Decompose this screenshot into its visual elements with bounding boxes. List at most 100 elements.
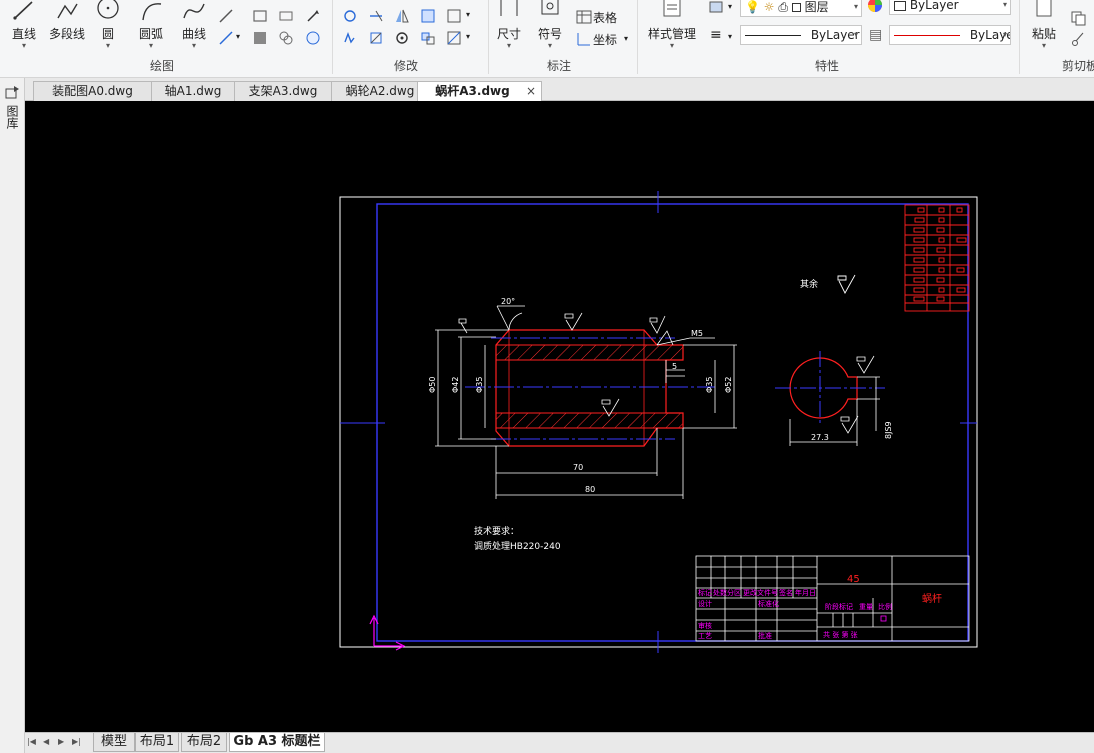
coordinate-label[interactable]: 坐标: [593, 31, 617, 48]
color-combo[interactable]: ByLayer ▾: [889, 0, 1011, 15]
layer-properties-icon[interactable]: [708, 0, 724, 16]
wipeout-icon[interactable]: [305, 30, 321, 46]
construction-line-icon[interactable]: [218, 8, 234, 24]
tab-model[interactable]: 模型: [93, 733, 135, 752]
circle-button[interactable]: 圆 ▾: [92, 0, 124, 50]
paste-dropdown-icon: ▾: [1041, 41, 1046, 50]
first-layout-icon[interactable]: |◀: [27, 737, 36, 746]
drawing-svg[interactable]: 其余 20° M5 5 Φ50 Φ42 Φ35 Φ35 Φ52 70 80 27…: [25, 101, 1094, 732]
arc-button[interactable]: 圆弧 ▾: [132, 0, 170, 50]
region-icon[interactable]: [278, 30, 294, 46]
coordinate-dropdown-icon[interactable]: ▾: [624, 34, 628, 43]
length-80-text: 80: [585, 485, 595, 494]
paste-icon: [1036, 0, 1052, 17]
match-properties-dropdown-icon[interactable]: ▾: [728, 32, 732, 41]
trim-icon[interactable]: [368, 8, 384, 24]
roughness-symbols: [458, 312, 666, 417]
copy-icon[interactable]: [1070, 10, 1086, 26]
line-dropdown-icon: ▾: [21, 41, 26, 50]
dimension-texts: 20° M5 5 Φ50 Φ42 Φ35 Φ35 Φ52 70 80: [428, 297, 733, 494]
tab-layout2[interactable]: 布局2: [181, 733, 227, 752]
cut-icon[interactable]: [1070, 31, 1086, 47]
ray-dropdown-icon[interactable]: ▾: [236, 32, 240, 41]
line-button[interactable]: 直线 ▾: [6, 0, 42, 50]
offset-icon[interactable]: [420, 8, 436, 24]
color-wheel-icon[interactable]: [867, 0, 883, 13]
next-layout-icon[interactable]: ▶: [58, 737, 64, 746]
layer-properties-dropdown-icon[interactable]: ▾: [728, 2, 732, 11]
tab-label: 装配图A0.dwg: [52, 84, 133, 98]
lineweight-combo[interactable]: ByLayer ▾: [889, 25, 1011, 45]
diameter-35-right-text: Φ35: [705, 377, 714, 393]
match-properties-icon[interactable]: ≡: [710, 27, 722, 43]
tech-notes-title: 技术要求：: [474, 525, 519, 537]
block-icon[interactable]: [278, 8, 294, 24]
table-icon[interactable]: [576, 9, 592, 25]
thread-m5-text: M5: [691, 329, 703, 338]
prev-layout-icon[interactable]: ◀: [43, 737, 49, 746]
hatch-icon[interactable]: [252, 30, 268, 46]
scale-icon[interactable]: [368, 30, 384, 46]
copy-geometry-icon[interactable]: [342, 30, 358, 46]
tab-drawing-4[interactable]: 蜗杆A3.dwg ×: [417, 81, 542, 102]
table-label[interactable]: 表格: [593, 9, 617, 26]
sheet-info-label: 共 张 第 张: [823, 630, 858, 639]
arc-dropdown-icon: ▾: [148, 41, 153, 50]
keyway-section-view[interactable]: 27.3 8JS9: [775, 351, 893, 446]
printer-icon: ⎙: [778, 0, 788, 14]
symbol-button[interactable]: 符号 ▾: [533, 0, 567, 50]
tab-drawing-2[interactable]: 支架A3.dwg: [234, 81, 332, 101]
tab-drawing-3[interactable]: 蜗轮A2.dwg: [331, 81, 429, 101]
part-name-text: 蜗杆: [922, 593, 942, 605]
tab-label: Gb A3 标题栏: [233, 734, 321, 749]
array-icon[interactable]: [446, 8, 462, 24]
tab-label: 轴A1.dwg: [164, 84, 222, 98]
linetype-combo[interactable]: ByLayer ▾: [740, 25, 862, 45]
coordinate-icon[interactable]: [576, 31, 592, 47]
paste-button[interactable]: 粘贴 ▾: [1026, 0, 1062, 50]
tab-drawing-1[interactable]: 轴A1.dwg: [151, 81, 235, 101]
keyway-width-text: 8JS9: [884, 421, 893, 439]
close-icon[interactable]: ×: [526, 82, 536, 101]
polyline-button[interactable]: 多段线: [45, 0, 89, 42]
ray-icon[interactable]: [218, 30, 234, 46]
approve-label: 批准: [758, 631, 772, 640]
weight-label: 重量: [859, 603, 873, 611]
tab-gb-a3-titleblock[interactable]: Gb A3 标题栏: [229, 733, 325, 752]
diameter-35-left-text: Φ35: [475, 377, 484, 393]
tab-layout1[interactable]: 布局1: [135, 733, 179, 752]
library-panel-button[interactable]: 图库: [4, 86, 20, 129]
lineweight-icon[interactable]: ▤: [869, 27, 882, 43]
shaft-main-view[interactable]: [465, 329, 715, 447]
fillet-icon[interactable]: [446, 30, 462, 46]
separator: [332, 0, 333, 74]
array-dropdown-icon[interactable]: ▾: [466, 10, 470, 19]
hatch-lower: [496, 413, 683, 428]
dimension-label: 尺寸: [496, 27, 521, 41]
fillet-dropdown-icon[interactable]: ▾: [466, 32, 470, 41]
rectangle-icon[interactable]: [252, 8, 268, 24]
material-text: 45: [847, 574, 860, 585]
row-header-change: 更改文件号: [743, 588, 778, 597]
drawing-canvas[interactable]: 其余 20° M5 5 Φ50 Φ42 Φ35 Φ35 Φ52 70 80 27…: [25, 101, 1094, 732]
spline-button[interactable]: 曲线 ▾: [176, 0, 212, 50]
symbol-icon: [541, 0, 559, 15]
tab-drawing-0[interactable]: 装配图A0.dwg: [33, 81, 152, 101]
last-layout-icon[interactable]: ▶|: [72, 737, 81, 746]
library-icon: [5, 86, 19, 99]
tech-notes-body: 调质处理HB220-240: [474, 540, 561, 552]
style-manager-button[interactable]: 样式管理 ▾: [644, 0, 700, 50]
lineweight-sample: [894, 35, 960, 36]
arc-icon: [142, 3, 162, 21]
pick-arrow-icon[interactable]: [305, 8, 321, 24]
circle-label: 圆: [101, 27, 114, 41]
layer-combo[interactable]: 💡 ☼ ⎙ 图层 ▾: [740, 0, 862, 17]
spline-dropdown-icon: ▾: [191, 41, 196, 50]
diameter-42-text: Φ42: [451, 377, 460, 393]
standardization-label: 标准化: [758, 599, 779, 608]
rotate-icon[interactable]: [394, 30, 410, 46]
explode-icon[interactable]: [420, 30, 436, 46]
dimension-button[interactable]: 尺寸 ▾: [492, 0, 526, 50]
move-icon[interactable]: [342, 8, 358, 24]
mirror-icon[interactable]: [394, 8, 410, 24]
